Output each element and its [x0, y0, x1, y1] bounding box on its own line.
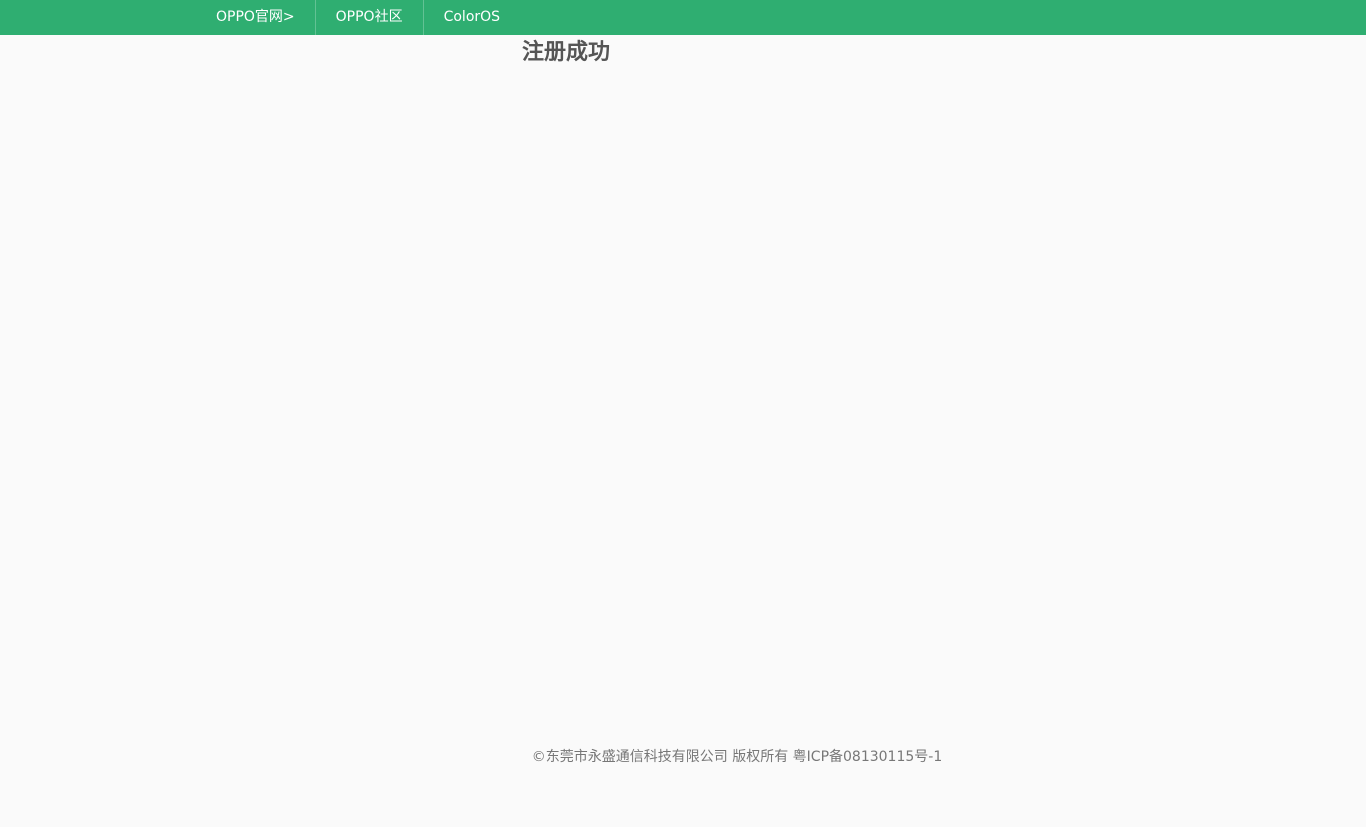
- footer: ©东莞市永盛通信科技有限公司 版权所有 粤ICP备08130115号-1: [0, 746, 1366, 768]
- top-nav-links: OPPO官网> OPPO社区 ColorOS: [196, 0, 520, 35]
- page-title: 注册成功: [522, 40, 611, 65]
- nav-link-oppo-community[interactable]: OPPO社区: [316, 0, 423, 35]
- top-nav-bar: OPPO官网> OPPO社区 ColorOS: [0, 0, 1366, 35]
- footer-copyright: ©东莞市永盛通信科技有限公司 版权所有 粤ICP备08130115号-1: [531, 749, 943, 765]
- nav-link-coloros[interactable]: ColorOS: [424, 0, 520, 35]
- nav-link-oppo-official[interactable]: OPPO官网>: [196, 0, 315, 35]
